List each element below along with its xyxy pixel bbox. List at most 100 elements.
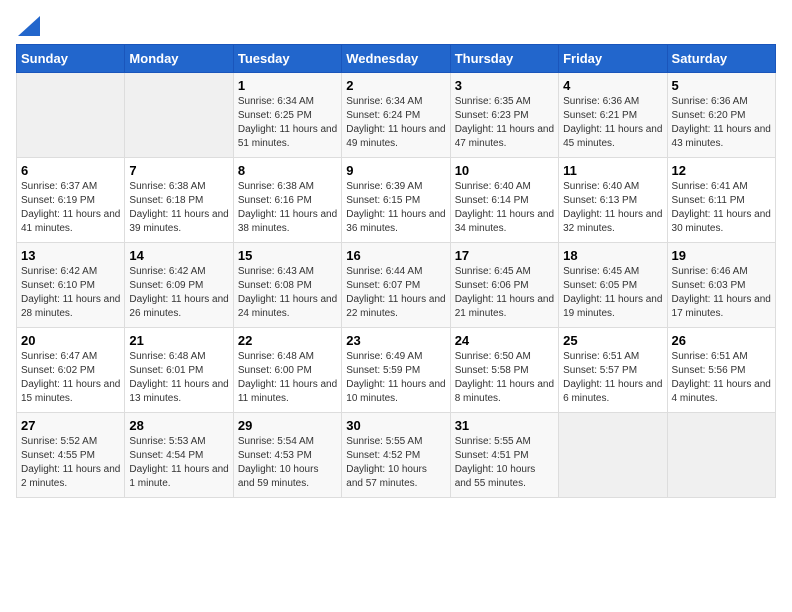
day-number: 10: [455, 163, 554, 178]
day-info: Sunrise: 6:51 AM Sunset: 5:56 PM Dayligh…: [672, 350, 771, 406]
day-number: 12: [672, 163, 771, 178]
calendar-cell: [559, 413, 667, 498]
day-info: Sunrise: 6:42 AM Sunset: 6:10 PM Dayligh…: [21, 265, 120, 321]
day-info: Sunrise: 5:53 AM Sunset: 4:54 PM Dayligh…: [129, 435, 228, 491]
day-info: Sunrise: 6:44 AM Sunset: 6:07 PM Dayligh…: [346, 265, 445, 321]
day-info: Sunrise: 6:48 AM Sunset: 6:01 PM Dayligh…: [129, 350, 228, 406]
day-info: Sunrise: 6:45 AM Sunset: 6:06 PM Dayligh…: [455, 265, 554, 321]
day-number: 15: [238, 248, 337, 263]
calendar-cell: 18 Sunrise: 6:45 AM Sunset: 6:05 PM Dayli…: [559, 243, 667, 328]
header-day-saturday: Saturday: [667, 45, 775, 73]
day-number: 31: [455, 418, 554, 433]
day-number: 11: [563, 163, 662, 178]
calendar-cell: 10 Sunrise: 6:40 AM Sunset: 6:14 PM Dayli…: [450, 158, 558, 243]
day-number: 29: [238, 418, 337, 433]
day-number: 3: [455, 78, 554, 93]
day-info: Sunrise: 6:35 AM Sunset: 6:23 PM Dayligh…: [455, 95, 554, 151]
day-info: Sunrise: 6:50 AM Sunset: 5:58 PM Dayligh…: [455, 350, 554, 406]
calendar-cell: 17 Sunrise: 6:45 AM Sunset: 6:06 PM Dayli…: [450, 243, 558, 328]
day-info: Sunrise: 6:37 AM Sunset: 6:19 PM Dayligh…: [21, 180, 120, 236]
calendar-cell: 12 Sunrise: 6:41 AM Sunset: 6:11 PM Dayli…: [667, 158, 775, 243]
day-number: 1: [238, 78, 337, 93]
day-info: Sunrise: 5:55 AM Sunset: 4:52 PM Dayligh…: [346, 435, 445, 491]
day-number: 18: [563, 248, 662, 263]
day-number: 25: [563, 333, 662, 348]
calendar-cell: [17, 73, 125, 158]
day-info: Sunrise: 6:40 AM Sunset: 6:13 PM Dayligh…: [563, 180, 662, 236]
day-number: 20: [21, 333, 120, 348]
header-day-friday: Friday: [559, 45, 667, 73]
day-info: Sunrise: 6:46 AM Sunset: 6:03 PM Dayligh…: [672, 265, 771, 321]
calendar-cell: 22Sunrise: 6:48 AM Sunset: 6:00 PM Dayli…: [233, 328, 341, 413]
day-info: Sunrise: 6:38 AM Sunset: 6:16 PM Dayligh…: [238, 180, 337, 236]
week-row-1: 1Sunrise: 6:34 AM Sunset: 6:25 PM Daylig…: [17, 73, 776, 158]
day-number: 17: [455, 248, 554, 263]
day-number: 5: [672, 78, 771, 93]
week-row-2: 6Sunrise: 6:37 AM Sunset: 6:19 PM Daylig…: [17, 158, 776, 243]
day-number: 9: [346, 163, 445, 178]
day-number: 8: [238, 163, 337, 178]
calendar-table: SundayMondayTuesdayWednesdayThursdayFrid…: [16, 44, 776, 498]
day-info: Sunrise: 6:49 AM Sunset: 5:59 PM Dayligh…: [346, 350, 445, 406]
day-number: 24: [455, 333, 554, 348]
day-info: Sunrise: 6:36 AM Sunset: 6:21 PM Dayligh…: [563, 95, 662, 151]
day-info: Sunrise: 5:55 AM Sunset: 4:51 PM Dayligh…: [455, 435, 554, 491]
day-info: Sunrise: 6:42 AM Sunset: 6:09 PM Dayligh…: [129, 265, 228, 321]
day-info: Sunrise: 6:45 AM Sunset: 6:05 PM Dayligh…: [563, 265, 662, 321]
day-info: Sunrise: 6:40 AM Sunset: 6:14 PM Dayligh…: [455, 180, 554, 236]
calendar-cell: 11 Sunrise: 6:40 AM Sunset: 6:13 PM Dayli…: [559, 158, 667, 243]
logo-triangle-icon: [18, 16, 40, 36]
day-number: 19: [672, 248, 771, 263]
day-number: 27: [21, 418, 120, 433]
calendar-cell: 5 Sunrise: 6:36 AM Sunset: 6:20 PM Daylig…: [667, 73, 775, 158]
calendar-cell: 30 Sunrise: 5:55 AM Sunset: 4:52 PM Dayli…: [342, 413, 450, 498]
day-number: 4: [563, 78, 662, 93]
week-row-5: 27 Sunrise: 5:52 AM Sunset: 4:55 PM Dayli…: [17, 413, 776, 498]
calendar-cell: 1Sunrise: 6:34 AM Sunset: 6:25 PM Daylig…: [233, 73, 341, 158]
header-day-thursday: Thursday: [450, 45, 558, 73]
day-info: Sunrise: 5:52 AM Sunset: 4:55 PM Dayligh…: [21, 435, 120, 491]
day-number: 23: [346, 333, 445, 348]
calendar-cell: 15Sunrise: 6:43 AM Sunset: 6:08 PM Dayli…: [233, 243, 341, 328]
calendar-cell: 25 Sunrise: 6:51 AM Sunset: 5:57 PM Dayli…: [559, 328, 667, 413]
calendar-cell: 7 Sunrise: 6:38 AM Sunset: 6:18 PM Daylig…: [125, 158, 233, 243]
calendar-cell: 26 Sunrise: 6:51 AM Sunset: 5:56 PM Dayli…: [667, 328, 775, 413]
day-info: Sunrise: 6:38 AM Sunset: 6:18 PM Dayligh…: [129, 180, 228, 236]
day-number: 7: [129, 163, 228, 178]
day-number: 14: [129, 248, 228, 263]
calendar-body: 1Sunrise: 6:34 AM Sunset: 6:25 PM Daylig…: [17, 73, 776, 498]
day-number: 26: [672, 333, 771, 348]
header-row: SundayMondayTuesdayWednesdayThursdayFrid…: [17, 45, 776, 73]
week-row-4: 20 Sunrise: 6:47 AM Sunset: 6:02 PM Dayli…: [17, 328, 776, 413]
day-info: Sunrise: 6:36 AM Sunset: 6:20 PM Dayligh…: [672, 95, 771, 151]
day-info: Sunrise: 6:39 AM Sunset: 6:15 PM Dayligh…: [346, 180, 445, 236]
calendar-cell: 2Sunrise: 6:34 AM Sunset: 6:24 PM Daylig…: [342, 73, 450, 158]
header-day-monday: Monday: [125, 45, 233, 73]
calendar-cell: 28 Sunrise: 5:53 AM Sunset: 4:54 PM Dayli…: [125, 413, 233, 498]
header-day-wednesday: Wednesday: [342, 45, 450, 73]
day-info: Sunrise: 6:47 AM Sunset: 6:02 PM Dayligh…: [21, 350, 120, 406]
logo-text-block: [16, 16, 40, 32]
day-number: 30: [346, 418, 445, 433]
calendar-cell: [667, 413, 775, 498]
day-info: Sunrise: 6:51 AM Sunset: 5:57 PM Dayligh…: [563, 350, 662, 406]
calendar-cell: 19 Sunrise: 6:46 AM Sunset: 6:03 PM Dayli…: [667, 243, 775, 328]
day-number: 2: [346, 78, 445, 93]
day-info: Sunrise: 6:41 AM Sunset: 6:11 PM Dayligh…: [672, 180, 771, 236]
calendar-cell: 4 Sunrise: 6:36 AM Sunset: 6:21 PM Daylig…: [559, 73, 667, 158]
calendar-cell: 8 Sunrise: 6:38 AM Sunset: 6:16 PM Daylig…: [233, 158, 341, 243]
day-info: Sunrise: 5:54 AM Sunset: 4:53 PM Dayligh…: [238, 435, 337, 491]
calendar-cell: 13Sunrise: 6:42 AM Sunset: 6:10 PM Dayli…: [17, 243, 125, 328]
day-info: Sunrise: 6:48 AM Sunset: 6:00 PM Dayligh…: [238, 350, 337, 406]
calendar-cell: 3 Sunrise: 6:35 AM Sunset: 6:23 PM Daylig…: [450, 73, 558, 158]
header-day-tuesday: Tuesday: [233, 45, 341, 73]
calendar-cell: 6Sunrise: 6:37 AM Sunset: 6:19 PM Daylig…: [17, 158, 125, 243]
logo: [16, 16, 40, 32]
calendar-cell: 23 Sunrise: 6:49 AM Sunset: 5:59 PM Dayli…: [342, 328, 450, 413]
calendar-cell: [125, 73, 233, 158]
day-number: 28: [129, 418, 228, 433]
day-number: 21: [129, 333, 228, 348]
page-header: [16, 16, 776, 32]
calendar-cell: 29 Sunrise: 5:54 AM Sunset: 4:53 PM Dayli…: [233, 413, 341, 498]
calendar-cell: 31 Sunrise: 5:55 AM Sunset: 4:51 PM Dayli…: [450, 413, 558, 498]
